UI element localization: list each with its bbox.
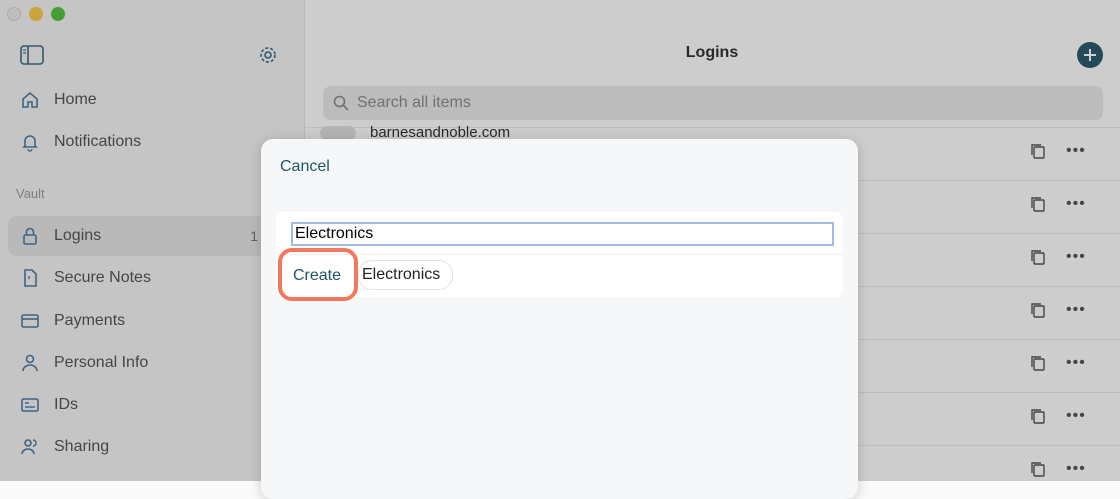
folder-name-card: Create Electronics bbox=[276, 212, 843, 301]
folder-name-input[interactable] bbox=[291, 222, 834, 246]
new-folder-dialog: Cancel Create Electronics bbox=[261, 139, 858, 499]
cancel-button[interactable]: Cancel bbox=[280, 158, 330, 176]
create-button[interactable]: Create bbox=[293, 267, 341, 285]
suggestion-chip[interactable]: Electronics bbox=[358, 260, 454, 290]
input-row bbox=[276, 212, 843, 255]
